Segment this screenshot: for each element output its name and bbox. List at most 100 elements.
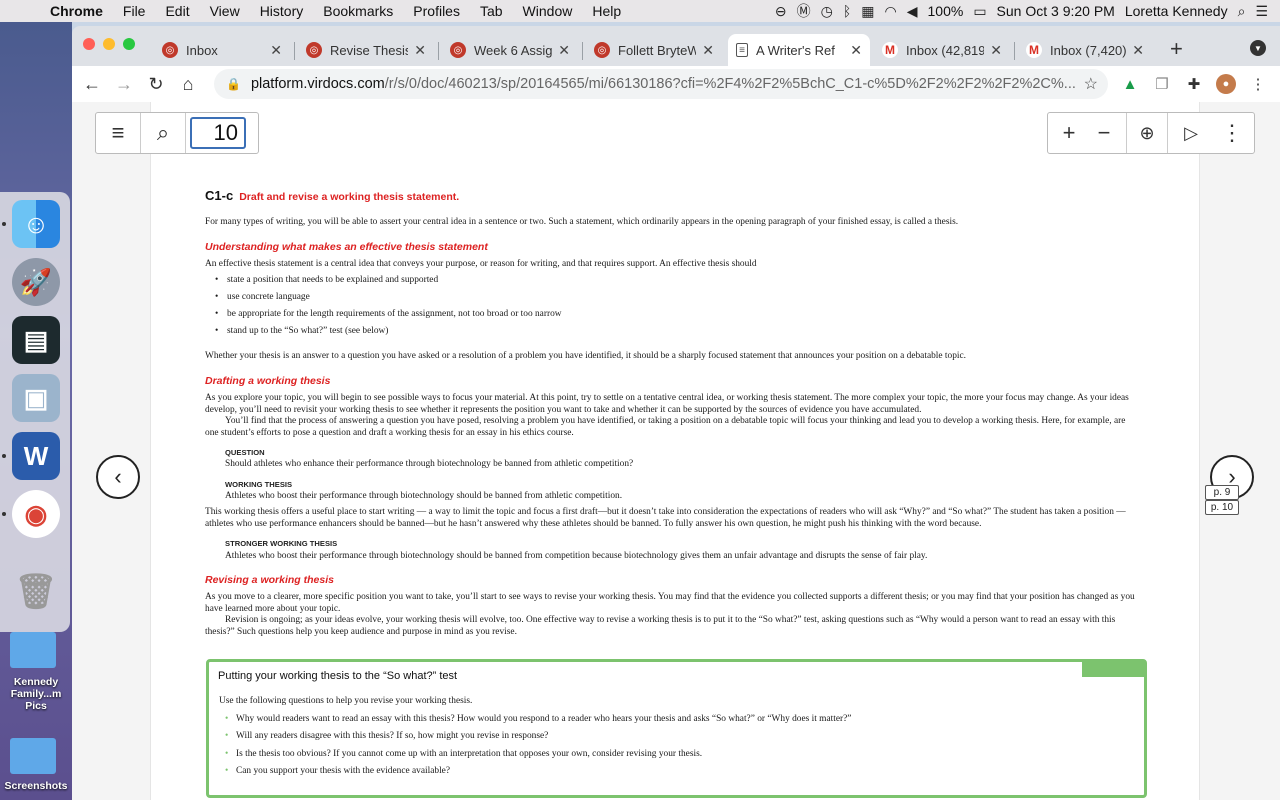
menu-view[interactable]: View	[200, 3, 250, 19]
volume-icon[interactable]: ◀	[907, 3, 918, 20]
malwarebytes-icon[interactable]: Ⓜ	[797, 1, 811, 21]
tab-revise-thesis[interactable]: ◎ Revise Thesis ✕	[298, 34, 434, 66]
maximize-window-button[interactable]	[123, 38, 135, 50]
menu-hamburger-icon[interactable]: ≡	[96, 113, 140, 153]
tab-divider	[438, 42, 439, 60]
close-icon[interactable]: ✕	[1132, 42, 1144, 59]
home-button[interactable]: ⌂	[172, 74, 204, 95]
subheading-revising: Revising a working thesis	[205, 574, 334, 586]
profile-avatar[interactable]: ●	[1216, 74, 1236, 94]
paragraph: Revision is ongoing; as your ideas evolv…	[205, 615, 1116, 637]
desktop-folder-label[interactable]: Screenshots	[0, 780, 72, 792]
tab-follett[interactable]: ◎ Follett BryteW ✕	[586, 34, 722, 66]
menu-history[interactable]: History	[250, 3, 314, 19]
zoom-out-icon[interactable]: −	[1090, 113, 1118, 153]
folder-icon[interactable]	[10, 632, 56, 668]
dock: ☺ 🚀 ▤ ▣ W ◉ 🗑	[0, 192, 70, 632]
page-number-input[interactable]: 10	[190, 117, 246, 149]
google-drive-icon[interactable]: ▲	[1120, 74, 1140, 94]
spotlight-search-icon[interactable]: ⌕	[1238, 3, 1246, 20]
tab-strip: ◎ Inbox ✕ ◎ Revise Thesis ✕ ◎ Week 6 Ass…	[72, 26, 1280, 66]
close-icon[interactable]: ✕	[414, 42, 426, 59]
address-bar[interactable]: 🔒 platform.virdocs.com /r/s/0/doc/460213…	[214, 69, 1108, 99]
chrome-icon[interactable]: ◉	[12, 490, 60, 538]
list-item: Is the thesis too obvious? If you cannot…	[225, 749, 851, 766]
search-icon[interactable]: ⌕	[141, 113, 185, 153]
quizlet-icon: ◎	[306, 42, 322, 58]
lock-icon[interactable]: 🔒	[226, 77, 241, 91]
back-button[interactable]: ←	[76, 74, 108, 95]
menu-help[interactable]: Help	[582, 3, 631, 19]
screen-app-icon[interactable]: ▤	[12, 316, 60, 364]
wifi-icon[interactable]: ◠	[885, 3, 897, 20]
bookmark-star-icon[interactable]: ☆	[1084, 74, 1098, 94]
menubar-datetime[interactable]: Sun Oct 3 9:20 PM	[997, 3, 1115, 19]
gmail-icon: M	[882, 42, 898, 58]
list-item: use concrete language	[215, 292, 562, 309]
tab-title: Week 6 Assign	[474, 42, 553, 58]
word-icon[interactable]: W	[12, 432, 60, 480]
address-path: /r/s/0/doc/460213/sp/20164565/mi/6613018…	[384, 76, 1076, 92]
display-icon[interactable]: ▦	[861, 3, 874, 20]
close-icon[interactable]: ✕	[850, 42, 862, 59]
close-window-button[interactable]	[83, 38, 95, 50]
box-question-list: Why would readers want to read an essay …	[225, 714, 851, 784]
tab-search-button[interactable]: ▼	[1250, 40, 1266, 56]
example-working-thesis: Athletes who boost their performance thr…	[225, 491, 623, 501]
menu-file[interactable]: File	[113, 3, 156, 19]
tab-inbox[interactable]: ◎ Inbox ✕	[154, 34, 290, 66]
zoom-in-icon[interactable]: +	[1048, 113, 1090, 153]
minimize-window-button[interactable]	[103, 38, 115, 50]
menu-tab[interactable]: Tab	[470, 3, 513, 19]
control-center-icon[interactable]: ☰	[1255, 3, 1268, 20]
time-machine-icon[interactable]: ◷	[821, 3, 833, 20]
menu-window[interactable]: Window	[513, 3, 583, 19]
list-item: state a position that needs to be explai…	[215, 275, 562, 292]
tab-gmail-inbox-1[interactable]: M Inbox (42,819 ✕	[874, 34, 1010, 66]
trash-icon[interactable]: 🗑	[12, 568, 60, 616]
doc-icon: ≡	[736, 43, 748, 57]
paragraph: This working thesis offers a useful plac…	[205, 507, 1126, 529]
new-tab-button[interactable]: +	[1170, 36, 1183, 62]
more-options-icon[interactable]: ⋮	[1214, 113, 1250, 153]
bluetooth-icon[interactable]: ᛒ	[843, 3, 851, 19]
play-audio-icon[interactable]: ▷	[1168, 113, 1214, 153]
reload-button[interactable]: ↻	[140, 74, 172, 95]
box-accent-tab	[1082, 662, 1144, 677]
preview-icon[interactable]: ▣	[12, 374, 60, 422]
tab-week6-assign[interactable]: ◎ Week 6 Assign ✕	[442, 34, 578, 66]
paragraph: As you explore your topic, you will begi…	[205, 393, 1129, 415]
battery-percent[interactable]: 100%	[928, 3, 964, 19]
battery-icon[interactable]: ▭	[973, 3, 986, 20]
quizlet-icon: ◎	[594, 42, 610, 58]
tab-gmail-inbox-2[interactable]: M Inbox (7,420) ✕	[1018, 34, 1152, 66]
reader-left-toolbar: ≡ ⌕ 10	[95, 112, 259, 154]
page-label-10[interactable]: p. 10	[1205, 500, 1239, 515]
extension-icon[interactable]: ❐	[1152, 74, 1172, 94]
folder-icon[interactable]	[10, 738, 56, 774]
desktop-folder-label[interactable]: Kennedy Family...m Pics	[0, 676, 72, 712]
chrome-menu-icon[interactable]: ⋮	[1248, 74, 1268, 94]
close-icon[interactable]: ✕	[990, 42, 1002, 59]
tab-writers-ref[interactable]: ≡ A Writer's Ref ✕	[728, 34, 870, 66]
macos-menubar: Chrome File Edit View History Bookmarks …	[0, 0, 1280, 22]
bookmark-add-icon[interactable]: ⊕	[1127, 113, 1167, 153]
puzzle-extensions-icon[interactable]: ✚	[1184, 74, 1204, 94]
status-circle-icon[interactable]: ⊖	[775, 3, 787, 20]
menu-profiles[interactable]: Profiles	[403, 3, 470, 19]
finder-icon[interactable]: ☺	[12, 200, 60, 248]
forward-button[interactable]: →	[108, 74, 140, 95]
launchpad-icon[interactable]: 🚀	[12, 258, 60, 306]
menubar-user[interactable]: Loretta Kennedy	[1125, 3, 1228, 19]
previous-page-button[interactable]: ‹	[96, 455, 140, 499]
menu-edit[interactable]: Edit	[155, 3, 199, 19]
menu-bookmarks[interactable]: Bookmarks	[313, 3, 403, 19]
menu-app-name[interactable]: Chrome	[42, 3, 113, 19]
close-icon[interactable]: ✕	[558, 42, 570, 59]
page-label-9[interactable]: p. 9	[1205, 485, 1239, 500]
close-icon[interactable]: ✕	[270, 42, 282, 59]
paragraph: An effective thesis statement is a centr…	[205, 259, 757, 269]
close-icon[interactable]: ✕	[702, 42, 714, 59]
example-label: WORKING THESIS	[225, 480, 293, 489]
browser-toolbar: ← → ↻ ⌂ 🔒 platform.virdocs.com /r/s/0/do…	[72, 66, 1280, 102]
